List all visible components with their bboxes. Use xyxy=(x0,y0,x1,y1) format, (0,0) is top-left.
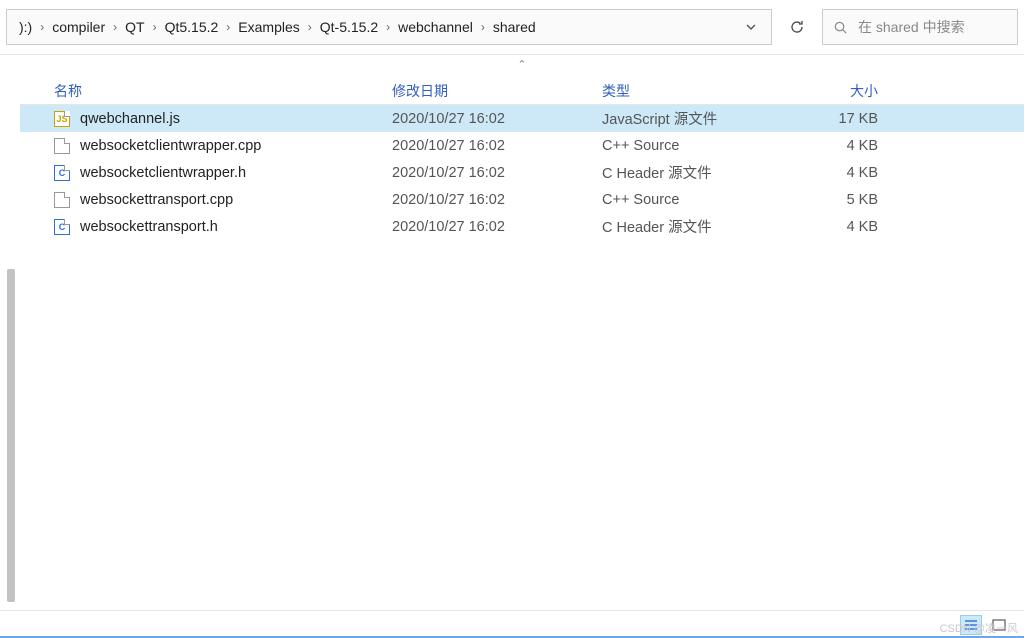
view-details-button[interactable] xyxy=(960,615,982,635)
column-header-size[interactable]: 大小 xyxy=(792,81,902,101)
chevron-right-icon: › xyxy=(306,20,314,34)
chevron-right-icon: › xyxy=(384,20,392,34)
search-input[interactable] xyxy=(858,19,1007,35)
status-bar xyxy=(0,610,1024,638)
column-splitter-handle[interactable]: ⌃ xyxy=(20,55,1024,73)
file-name-cell[interactable]: websockettransport.cpp xyxy=(20,192,392,208)
file-date-cell: 2020/10/27 16:02 xyxy=(392,111,602,127)
chevron-right-icon: › xyxy=(224,20,232,34)
file-size-cell: 4 KB xyxy=(792,219,902,235)
file-name-label: websockettransport.h xyxy=(80,219,218,235)
column-headers: 名称 修改日期 类型 大小 xyxy=(20,73,1024,105)
column-header-date[interactable]: 修改日期 xyxy=(392,81,602,101)
breadcrumb-drive[interactable]: ):) xyxy=(15,17,36,37)
details-view-icon xyxy=(964,619,978,631)
file-rows: JSqwebchannel.js2020/10/27 16:02JavaScri… xyxy=(20,105,1024,240)
file-size-cell: 4 KB xyxy=(792,165,902,181)
file-date-cell: 2020/10/27 16:02 xyxy=(392,192,602,208)
column-header-name[interactable]: 名称 xyxy=(20,81,392,101)
file-row[interactable]: websocketclientwrapper.cpp 2020/10/27 16:… xyxy=(20,132,1024,159)
file-row[interactable]: Cwebsockettransport.h2020/10/27 16:02C H… xyxy=(20,213,1024,240)
file-type-cell: C Header 源文件 xyxy=(602,162,792,183)
breadcrumb-item-examples[interactable]: Examples xyxy=(234,17,303,37)
breadcrumb-item-qt[interactable]: QT xyxy=(121,17,148,37)
chevron-right-icon: › xyxy=(151,20,159,34)
search-icon xyxy=(833,20,848,35)
file-type-icon: C xyxy=(54,165,70,181)
file-row[interactable]: websockettransport.cpp 2020/10/27 16:02C+… xyxy=(20,186,1024,213)
file-list-pane: ⌃ 名称 修改日期 类型 大小 JS qwebchannel.js 2020/10/… xyxy=(20,55,1024,610)
breadcrumb-item-qt5152[interactable]: Qt5.15.2 xyxy=(161,17,223,37)
file-type-cell: C Header 源文件 xyxy=(602,216,792,237)
file-type-icon xyxy=(54,138,70,154)
file-name-cell[interactable]: Cwebsocketclientwrapper.h xyxy=(20,165,392,181)
file-name-label: websocketclientwrapper.cpp xyxy=(80,138,261,154)
column-header-type[interactable]: 类型 xyxy=(602,81,792,101)
chevron-right-icon: › xyxy=(38,20,46,34)
breadcrumb-item-qt-5152[interactable]: Qt-5.15.2 xyxy=(316,17,382,37)
nav-pane-collapsed xyxy=(0,55,20,610)
search-box[interactable] xyxy=(822,9,1018,45)
file-name-cell[interactable]: Cwebsockettransport.h xyxy=(20,219,392,235)
refresh-icon xyxy=(789,19,805,35)
breadcrumb[interactable]: ):) › compiler › QT › Qt5.15.2 › Example… xyxy=(6,9,772,45)
file-size-cell: 5 KB xyxy=(792,192,902,208)
file-type-cell: JavaScript 源文件 xyxy=(602,108,792,129)
nav-scrollbar[interactable] xyxy=(7,269,15,602)
breadcrumb-item-shared[interactable]: shared xyxy=(489,17,540,37)
breadcrumb-item-webchannel[interactable]: webchannel xyxy=(394,17,477,37)
address-toolbar: ):) › compiler › QT › Qt5.15.2 › Example… xyxy=(0,0,1024,55)
file-name-cell[interactable]: websocketclientwrapper.cpp xyxy=(20,138,392,154)
breadcrumb-history-dropdown[interactable] xyxy=(739,17,763,37)
file-name-label: websockettransport.cpp xyxy=(80,192,233,208)
file-date-cell: 2020/10/27 16:02 xyxy=(392,165,602,181)
file-name-cell[interactable]: JS qwebchannel.js xyxy=(20,111,392,127)
file-size-cell: 17 KB xyxy=(792,111,902,127)
file-type-cell: C++ Source xyxy=(602,192,792,208)
breadcrumb-item-compiler[interactable]: compiler xyxy=(48,17,109,37)
file-type-cell: C++ Source xyxy=(602,138,792,154)
file-row[interactable]: JS qwebchannel.js 2020/10/27 16:02JavaScri… xyxy=(20,105,1024,132)
chevron-right-icon: › xyxy=(111,20,119,34)
file-date-cell: 2020/10/27 16:02 xyxy=(392,138,602,154)
file-type-icon: JS xyxy=(54,111,70,127)
file-date-cell: 2020/10/27 16:02 xyxy=(392,219,602,235)
view-large-icons-button[interactable] xyxy=(988,615,1010,635)
file-type-icon: C xyxy=(54,219,70,235)
large-icons-view-icon xyxy=(992,619,1006,631)
chevron-right-icon: › xyxy=(479,20,487,34)
file-size-cell: 4 KB xyxy=(792,138,902,154)
refresh-button[interactable] xyxy=(778,9,816,45)
file-type-icon xyxy=(54,192,70,208)
file-name-label: websocketclientwrapper.h xyxy=(80,165,246,181)
file-row[interactable]: Cwebsocketclientwrapper.h2020/10/27 16:0… xyxy=(20,159,1024,186)
chevron-down-icon xyxy=(745,21,757,33)
file-name-label: qwebchannel.js xyxy=(80,111,180,127)
main-area: ⌃ 名称 修改日期 类型 大小 JS qwebchannel.js 2020/10/… xyxy=(0,55,1024,610)
